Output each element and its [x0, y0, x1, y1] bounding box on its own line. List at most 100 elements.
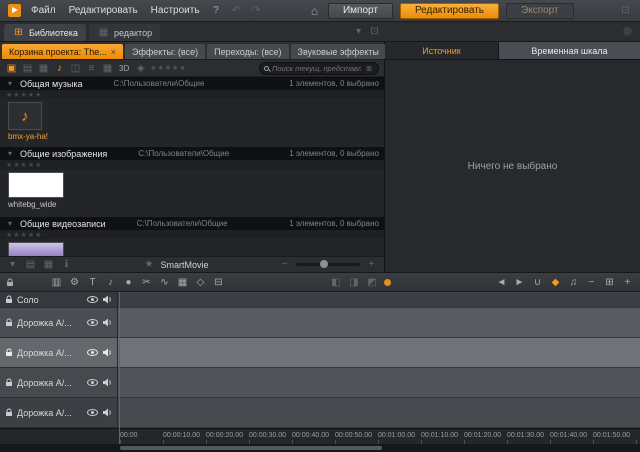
- eye-icon[interactable]: [87, 379, 98, 386]
- section-music-header[interactable]: ▾ Общая музыка C:\Пользователи\Общие 1 э…: [0, 77, 384, 90]
- timeline-ruler[interactable]: 00:00 00:00:10.00 00:00:20.00 00:00:30.0…: [0, 428, 640, 444]
- lock-icon[interactable]: [5, 408, 13, 417]
- zoom-in-thumbs-icon[interactable]: +: [365, 258, 378, 271]
- browse-folder-icon[interactable]: ◫: [69, 62, 82, 75]
- collapse-section-icon[interactable]: ▾: [5, 149, 15, 159]
- tab-timeline-preview[interactable]: Временная шкала: [498, 42, 640, 59]
- minimize-library-icon[interactable]: ▾: [352, 25, 365, 38]
- zoom-in-timeline-icon[interactable]: +: [621, 276, 634, 289]
- razor-icon[interactable]: ✂: [140, 276, 153, 289]
- fit-timeline-icon[interactable]: ⊞: [603, 276, 616, 289]
- menu-edit[interactable]: Редактировать: [66, 5, 141, 16]
- speaker-icon[interactable]: [102, 295, 112, 304]
- info-icon[interactable]: ℹ: [60, 258, 73, 271]
- list-view-icon[interactable]: ≡: [85, 62, 98, 75]
- edit-mode-button[interactable]: Редактировать: [400, 3, 499, 19]
- editor-workspace-tab[interactable]: ▦ редактор: [89, 24, 160, 41]
- track-1-header[interactable]: Дорожка А/...: [0, 308, 118, 338]
- details-view-icon[interactable]: ▤: [24, 258, 37, 271]
- eye-icon[interactable]: [87, 349, 98, 356]
- import-button[interactable]: Импорт: [328, 3, 393, 19]
- speaker-icon[interactable]: [102, 378, 112, 387]
- previous-edit-icon[interactable]: ◄: [495, 276, 508, 289]
- track-4-lane[interactable]: [118, 398, 640, 428]
- thumbnail-view-icon[interactable]: ▦: [101, 62, 114, 75]
- speaker-icon[interactable]: [102, 318, 112, 327]
- track-3-lane[interactable]: [118, 368, 640, 398]
- image-thumbnail[interactable]: [8, 172, 64, 198]
- music-thumbnail[interactable]: ♪: [8, 102, 42, 130]
- zoom-out-timeline-icon[interactable]: −: [585, 276, 598, 289]
- audio-mixer-icon[interactable]: ▥: [50, 276, 63, 289]
- thumbnail-size-slider[interactable]: [296, 263, 360, 266]
- redo-icon[interactable]: ↷: [250, 4, 263, 17]
- add-marker-icon[interactable]: ◇: [194, 276, 207, 289]
- clear-search-icon[interactable]: ⊗: [364, 63, 374, 73]
- photos-filter-icon[interactable]: ▦: [37, 62, 50, 75]
- tab-transitions[interactable]: Переходы: (все): [207, 44, 288, 59]
- voiceover-icon[interactable]: ●: [122, 276, 135, 289]
- workspace-options-icon[interactable]: ◎: [621, 25, 634, 38]
- playhead[interactable]: [119, 292, 120, 444]
- track-4-header[interactable]: Дорожка А/...: [0, 398, 118, 428]
- slider-knob[interactable]: [320, 260, 328, 268]
- section-images-header[interactable]: ▾ Общие изображения C:\Пользователи\Общи…: [0, 147, 384, 160]
- media-item-video[interactable]: [8, 242, 64, 256]
- collections-icon[interactable]: ▣: [5, 62, 18, 75]
- collapse-section-icon[interactable]: ▾: [5, 219, 15, 229]
- track-2-lane[interactable]: [118, 338, 640, 368]
- lock-icon[interactable]: [5, 348, 13, 357]
- track-2-header[interactable]: Дорожка А/...: [0, 338, 118, 368]
- help-icon[interactable]: ?: [210, 4, 223, 17]
- library-workspace-tab[interactable]: ⊞ Библиотека: [4, 24, 86, 41]
- record-indicator-icon[interactable]: [384, 279, 391, 286]
- view-3d-toggle[interactable]: 3D: [117, 64, 131, 73]
- title-editor-icon[interactable]: T: [86, 276, 99, 289]
- export-button[interactable]: Экспорт: [506, 3, 574, 19]
- rating-filter-stars[interactable]: ★★★★★: [150, 64, 186, 72]
- grid-view-icon[interactable]: ▦: [42, 258, 55, 271]
- music-filter-icon[interactable]: ♪: [53, 62, 66, 75]
- timeline-settings-icon[interactable]: ⚙: [68, 276, 81, 289]
- audio-scrub-icon[interactable]: ♫: [567, 276, 580, 289]
- tag-icon[interactable]: ◈: [134, 62, 147, 75]
- videos-filter-icon[interactable]: ▤: [21, 62, 34, 75]
- scrollbar-thumb[interactable]: [120, 446, 382, 450]
- collapse-browser-icon[interactable]: ▾: [6, 258, 19, 271]
- track-1-lane[interactable]: [118, 308, 640, 338]
- zoom-out-thumbs-icon[interactable]: −: [278, 258, 291, 271]
- video-thumbnail[interactable]: [8, 242, 64, 256]
- replace-mode-icon[interactable]: ◩: [366, 276, 379, 289]
- display-settings-icon[interactable]: ⊡: [619, 4, 632, 17]
- menu-file[interactable]: Файл: [28, 5, 59, 16]
- menu-setup[interactable]: Настроить: [148, 5, 203, 16]
- magnet-snap-icon[interactable]: ∪: [531, 276, 544, 289]
- lock-icon[interactable]: [5, 295, 13, 304]
- timeline-scrollbar[interactable]: [0, 444, 640, 452]
- home-icon[interactable]: ⌂: [308, 4, 321, 17]
- tab-project-bin[interactable]: Корзина проекта: The... ×: [2, 44, 123, 59]
- solo-track-header[interactable]: Соло: [0, 292, 118, 308]
- delete-clip-icon[interactable]: ⊟: [212, 276, 225, 289]
- media-item-music[interactable]: ♪ bmx-ya-ha!: [8, 102, 48, 141]
- close-tab-icon[interactable]: ×: [111, 47, 116, 57]
- speaker-icon[interactable]: [102, 408, 112, 417]
- lock-tracks-icon[interactable]: [6, 278, 14, 287]
- next-edit-icon[interactable]: ►: [513, 276, 526, 289]
- collapse-section-icon[interactable]: ▾: [5, 79, 15, 89]
- overwrite-mode-icon[interactable]: ◨: [348, 276, 361, 289]
- undock-library-icon[interactable]: ⊡: [368, 25, 381, 38]
- track-3-header[interactable]: Дорожка А/...: [0, 368, 118, 398]
- tab-source[interactable]: Источник: [385, 42, 498, 59]
- scorefitter-icon[interactable]: ♪: [104, 276, 117, 289]
- eye-icon[interactable]: [87, 319, 98, 326]
- solo-lane[interactable]: [118, 292, 640, 308]
- section-videos-header[interactable]: ▾ Общие видеозаписи C:\Пользователи\Общи…: [0, 217, 384, 230]
- tab-effects[interactable]: Эффекты: (все): [125, 44, 205, 59]
- eye-icon[interactable]: [87, 409, 98, 416]
- audio-wave-icon[interactable]: ∿: [158, 276, 171, 289]
- insert-mode-icon[interactable]: ◧: [330, 276, 343, 289]
- lock-icon[interactable]: [5, 318, 13, 327]
- keyframe-icon[interactable]: ◆: [549, 276, 562, 289]
- search-input[interactable]: [272, 64, 361, 73]
